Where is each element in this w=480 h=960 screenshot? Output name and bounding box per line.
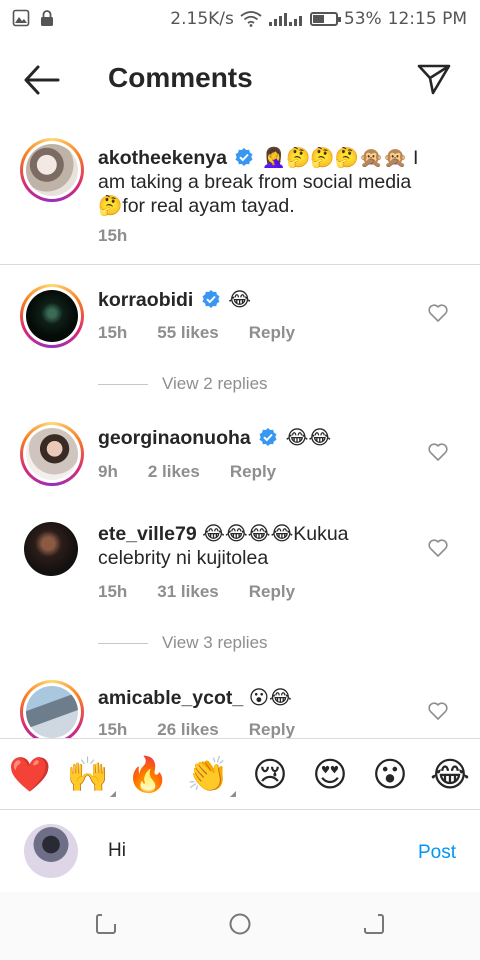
replies-line: [98, 383, 148, 385]
view-replies-link[interactable]: View 2 replies: [98, 374, 268, 394]
system-nav-bar: [0, 892, 480, 960]
reply-button[interactable]: Reply: [230, 462, 276, 482]
comment-username[interactable]: ete_ville79: [98, 523, 197, 545]
home-icon[interactable]: [226, 910, 254, 938]
comment-username[interactable]: korraobidi: [98, 289, 193, 311]
comment-username[interactable]: amicable_ycot_: [98, 687, 243, 709]
my-avatar: [24, 824, 78, 878]
status-bar: 2.15K/s 53% 12:15 PM: [0, 0, 480, 38]
emoji-crying[interactable]: 😢: [248, 755, 292, 795]
comment-emojis: 😂: [228, 289, 251, 311]
reply-button[interactable]: Reply: [249, 323, 295, 343]
comment-time: 15h: [98, 323, 128, 342]
replies-line: [98, 642, 148, 644]
back-nav-icon[interactable]: [360, 910, 388, 938]
comment-body: akotheekenya 🤦‍♀️🤔🤔🤔🙊🙊 I am taking a bre…: [98, 146, 420, 218]
avatar[interactable]: [24, 522, 78, 576]
emoji-heart-eyes[interactable]: 😍: [308, 755, 352, 795]
comment-username[interactable]: georginaonuoha: [98, 427, 251, 449]
emoji-surprised[interactable]: 😮: [368, 755, 412, 795]
comment-time: 15h: [98, 720, 128, 739]
caption-divider: [0, 264, 480, 265]
heart-outline-icon[interactable]: [428, 443, 448, 461]
recents-icon[interactable]: [92, 910, 120, 938]
reply-button[interactable]: Reply: [249, 720, 295, 740]
reply-button[interactable]: Reply: [249, 582, 295, 602]
heart-outline-icon[interactable]: [428, 304, 448, 322]
battery-level: [312, 15, 324, 23]
clock: 12:15 PM: [387, 9, 467, 29]
battery-icon: [309, 12, 341, 26]
emoji-heart[interactable]: ❤️: [8, 755, 52, 795]
comment-emojis: 😂😂: [285, 427, 332, 449]
comment-likes[interactable]: 2 likes: [148, 462, 200, 482]
comment-likes[interactable]: 55 likes: [157, 323, 218, 343]
avatar[interactable]: [20, 680, 84, 744]
comment-username[interactable]: akotheekenya: [98, 147, 227, 169]
battery-percent: 53%: [343, 9, 382, 29]
comment-likes[interactable]: 26 likes: [157, 720, 218, 740]
back-arrow-icon[interactable]: [22, 62, 62, 98]
comment-body: korraobidi 😂: [98, 288, 420, 312]
comment-composer: Post: [0, 812, 480, 892]
comment-time: 15h: [98, 226, 128, 245]
view-replies-link[interactable]: View 3 replies: [98, 633, 268, 653]
heart-outline-icon[interactable]: [428, 702, 448, 720]
send-icon[interactable]: [416, 60, 452, 96]
avatar[interactable]: [20, 284, 84, 348]
network-speed: 2.15K/s: [170, 9, 234, 29]
signal-icon: [268, 13, 302, 26]
emoji-laughing[interactable]: 😂: [428, 755, 472, 795]
emoji-raising-hands[interactable]: 🙌: [66, 755, 116, 797]
comment-time: 15h: [98, 582, 128, 601]
emoji-fire[interactable]: 🔥: [126, 755, 170, 795]
verified-badge-icon: [259, 428, 277, 446]
comment-time: 9h: [98, 462, 118, 481]
comment-likes[interactable]: 31 likes: [157, 582, 218, 602]
comment-emojis: 🤦‍♀️🤔🤔🤔🙊🙊: [261, 147, 408, 169]
comment-emojis: 😮😂: [248, 687, 292, 709]
comment-body: amicable_ycot_ 😮😂: [98, 686, 420, 710]
gallery-icon: [12, 9, 30, 27]
verified-badge-icon: [202, 290, 220, 308]
wifi-icon: [240, 11, 262, 27]
verified-badge-icon: [235, 148, 253, 166]
comment-body: ete_ville79 😂😂😂😂Kukua celebrity ni kujit…: [98, 522, 420, 570]
avatar[interactable]: [20, 422, 84, 486]
lock-icon: [41, 10, 53, 26]
view-replies-label[interactable]: View 2 replies: [162, 374, 268, 394]
emoji-clapping[interactable]: 👏: [186, 755, 236, 797]
page-title: Comments: [108, 62, 253, 93]
heart-outline-icon[interactable]: [428, 539, 448, 557]
view-replies-label[interactable]: View 3 replies: [162, 633, 268, 653]
comment-emojis: 😂😂😂😂: [202, 523, 294, 545]
header: Comments: [0, 46, 480, 112]
avatar[interactable]: [20, 138, 84, 202]
comment-input[interactable]: [108, 838, 388, 864]
comment-body: georginaonuoha 😂😂: [98, 426, 420, 450]
quick-emoji-bar: ❤️ 🙌 🔥 👏 😢 😍 😮 😂: [0, 738, 480, 810]
post-button[interactable]: Post: [418, 842, 456, 864]
